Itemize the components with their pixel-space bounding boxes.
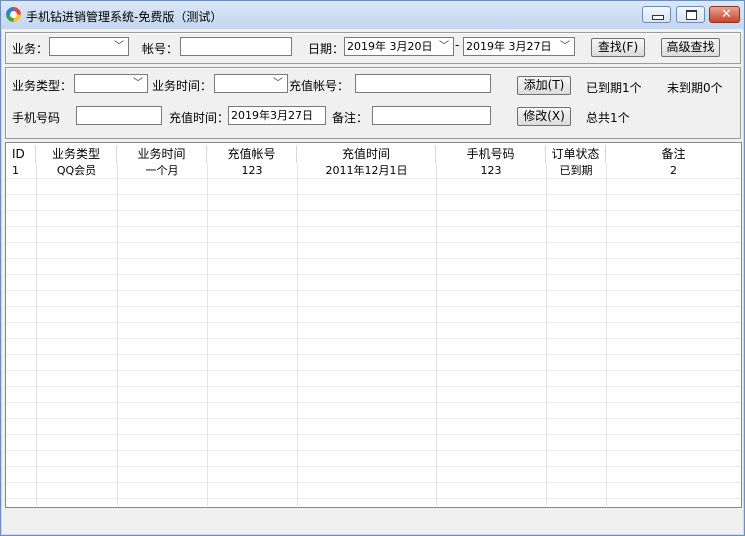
column-divider bbox=[117, 163, 118, 506]
title-bar[interactable]: 手机钻进销管理系统-免费版（测试） ✕ bbox=[1, 1, 744, 29]
phone-label: 手机号码 bbox=[12, 111, 61, 125]
column-divider bbox=[546, 163, 547, 506]
window-title: 手机钻进销管理系统-免费版（测试） bbox=[26, 10, 223, 24]
recharge-time-label: 充值时间： bbox=[169, 111, 230, 125]
minimize-button[interactable] bbox=[642, 6, 671, 23]
minimize-icon bbox=[652, 15, 664, 20]
biz-time-label: 业务时间： bbox=[152, 79, 213, 93]
column-header-biz-time[interactable]: 业务时间 bbox=[117, 145, 207, 163]
column-divider bbox=[436, 163, 437, 506]
records-table[interactable]: ID 业务类型 业务时间 充值帐号 充值时间 手机号码 订单状态 备注 1 QQ… bbox=[5, 142, 742, 508]
recharge-time-input[interactable]: 2019年3月27日 bbox=[228, 106, 326, 125]
cell-recharge-account: 123 bbox=[241, 164, 263, 177]
column-header-order-status[interactable]: 订单状态 bbox=[546, 145, 606, 163]
column-divider bbox=[207, 163, 208, 506]
column-header-recharge-time[interactable]: 充值时间 bbox=[297, 145, 436, 163]
column-divider bbox=[36, 163, 37, 506]
cell-order-status: 已到期 bbox=[559, 164, 593, 177]
recharge-time-value: 2019年3月27日 bbox=[231, 109, 313, 122]
add-button[interactable]: 添加(T) bbox=[517, 76, 571, 95]
biz-time-select[interactable]: ﹀ bbox=[214, 74, 288, 93]
status-bar bbox=[5, 510, 740, 532]
biz-type-label: 业务类型： bbox=[12, 79, 73, 93]
recharge-account-label: 充值帐号： bbox=[289, 79, 350, 93]
date-to-value: 2019年 3月27日 bbox=[466, 40, 552, 53]
total-count: 总共1个 bbox=[586, 111, 630, 125]
account-label: 帐号： bbox=[142, 42, 179, 56]
chevron-down-icon: ﹀ bbox=[114, 41, 124, 52]
close-icon: ✕ bbox=[721, 7, 732, 22]
find-button[interactable]: 查找(F) bbox=[591, 38, 645, 57]
search-panel: 业务： ﹀ 帐号： 日期： 2019年 3月20日 ﹀ - 2019年 3月27… bbox=[5, 32, 741, 64]
phone-input[interactable] bbox=[76, 106, 162, 125]
app-logo-icon bbox=[6, 7, 21, 22]
column-divider bbox=[297, 163, 298, 506]
table-body: 1 QQ会员 一个月 123 2011年12月1日 123 已到期 2 bbox=[6, 163, 741, 506]
date-label: 日期： bbox=[308, 42, 345, 56]
advanced-search-button[interactable]: 高级查找 bbox=[661, 38, 720, 57]
column-divider bbox=[606, 163, 607, 506]
cell-id: 1 bbox=[12, 164, 19, 177]
table-header: ID 业务类型 业务时间 充值帐号 充值时间 手机号码 订单状态 备注 bbox=[6, 145, 741, 163]
cell-biz-time: 一个月 bbox=[145, 164, 179, 177]
date-from-picker[interactable]: 2019年 3月20日 ﹀ bbox=[344, 37, 454, 56]
modify-button[interactable]: 修改(X) bbox=[517, 107, 571, 126]
chevron-down-icon: ﹀ bbox=[560, 41, 570, 52]
column-header-recharge-account[interactable]: 充值帐号 bbox=[207, 145, 297, 163]
cell-recharge-time: 2011年12月1日 bbox=[325, 164, 408, 177]
biz-type-select[interactable]: ﹀ bbox=[74, 74, 148, 93]
expired-count: 已到期1个 bbox=[586, 81, 642, 95]
column-header-note[interactable]: 备注 bbox=[606, 145, 741, 163]
chevron-down-icon: ﹀ bbox=[133, 78, 143, 89]
date-separator: - bbox=[455, 38, 460, 52]
column-header-phone[interactable]: 手机号码 bbox=[436, 145, 546, 163]
maximize-icon bbox=[686, 10, 697, 20]
chevron-down-icon: ﹀ bbox=[273, 78, 283, 89]
not-expired-count: 未到期0个 bbox=[667, 81, 723, 95]
column-header-id[interactable]: ID bbox=[6, 145, 36, 163]
cell-phone: 123 bbox=[480, 164, 502, 177]
close-button[interactable]: ✕ bbox=[709, 6, 740, 23]
business-select[interactable]: ﹀ bbox=[49, 37, 129, 56]
column-header-biz-type[interactable]: 业务类型 bbox=[36, 145, 117, 163]
table-row[interactable]: 1 QQ会员 一个月 123 2011年12月1日 123 已到期 2 bbox=[6, 163, 741, 179]
date-from-value: 2019年 3月20日 bbox=[347, 40, 433, 53]
cell-biz-type: QQ会员 bbox=[56, 164, 97, 177]
app-window: 手机钻进销管理系统-免费版（测试） ✕ 业务： ﹀ 帐号： 日期： 2019年 … bbox=[0, 0, 745, 536]
maximize-button[interactable] bbox=[676, 6, 705, 23]
cell-note: 2 bbox=[670, 164, 677, 177]
note-label: 备注： bbox=[332, 111, 369, 125]
account-input[interactable] bbox=[180, 37, 292, 56]
entry-panel: 业务类型： ﹀ 业务时间： ﹀ 充值帐号： 添加(T) 已到期1个 未到期0个 … bbox=[5, 67, 741, 139]
chevron-down-icon: ﹀ bbox=[439, 41, 449, 52]
recharge-account-input[interactable] bbox=[355, 74, 491, 93]
note-input[interactable] bbox=[372, 106, 491, 125]
date-to-picker[interactable]: 2019年 3月27日 ﹀ bbox=[463, 37, 575, 56]
client-area: 业务： ﹀ 帐号： 日期： 2019年 3月20日 ﹀ - 2019年 3月27… bbox=[2, 29, 743, 534]
business-label: 业务： bbox=[12, 42, 49, 56]
